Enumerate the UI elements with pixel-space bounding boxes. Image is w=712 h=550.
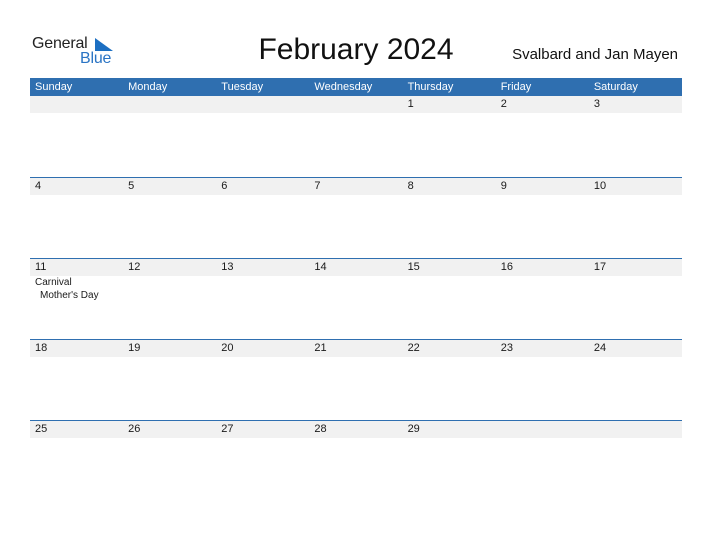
day-number: 16 <box>500 261 513 273</box>
day-number <box>589 421 682 438</box>
day-events-cell <box>123 276 216 302</box>
week-row: 25 26 27 28 29 <box>30 420 682 501</box>
day-number: 28 <box>314 423 327 435</box>
day-events-cell: Carnival Mother's Day <box>30 276 123 302</box>
day-events-cell <box>403 276 496 302</box>
weekday-header-sunday: Sunday <box>35 81 73 93</box>
day-number <box>309 96 402 113</box>
day-number: 5 <box>128 180 135 192</box>
day-number: 3 <box>593 98 600 110</box>
day-number: 18 <box>35 342 48 354</box>
day-number: 21 <box>314 342 327 354</box>
day-number: 4 <box>35 180 42 192</box>
date-number-row: 1 2 3 <box>30 96 682 113</box>
day-number: 1 <box>407 98 414 110</box>
date-number-row: 11 12 13 14 15 16 17 <box>30 259 682 276</box>
day-number <box>30 96 123 113</box>
weekday-header-row: Sunday Monday Tuesday Wednesday Thursday… <box>30 78 682 96</box>
weekday-header-tuesday: Tuesday <box>221 81 264 93</box>
calendar-grid: Sunday Monday Tuesday Wednesday Thursday… <box>30 78 682 501</box>
day-number: 23 <box>500 342 513 354</box>
day-events-cell <box>309 276 402 302</box>
day-number: 29 <box>407 423 420 435</box>
day-number <box>496 421 589 438</box>
day-number <box>216 96 309 113</box>
holiday-event: Mother's Day <box>40 290 99 301</box>
weekday-header-monday: Monday <box>128 81 168 93</box>
date-number-row: 4 5 6 7 8 9 10 <box>30 178 682 195</box>
day-events-cell <box>589 276 682 302</box>
day-number: 13 <box>221 261 234 273</box>
day-number: 2 <box>500 98 507 110</box>
week-row: 4 5 6 7 8 9 10 <box>30 177 682 258</box>
day-number: 6 <box>221 180 228 192</box>
week-row: 11 12 13 14 15 16 17 Carnival Mother's Day <box>30 258 682 339</box>
day-number: 7 <box>314 180 321 192</box>
day-number: 25 <box>35 423 48 435</box>
weekday-header-thursday: Thursday <box>407 81 454 93</box>
events-row: Carnival Mother's Day <box>30 276 682 302</box>
day-number: 27 <box>221 423 234 435</box>
day-number: 20 <box>221 342 234 354</box>
day-number: 11 <box>35 261 47 273</box>
date-number-row: 18 19 20 21 22 23 24 <box>30 340 682 357</box>
date-number-row: 25 26 27 28 29 <box>30 421 682 438</box>
week-row: 18 19 20 21 22 23 24 <box>30 339 682 420</box>
weeks-container: 1 2 3 4 5 6 7 8 9 10 11 12 13 14 15 16 17 Carnival Mother'… <box>30 96 682 501</box>
day-number: 24 <box>593 342 607 354</box>
day-events-cell <box>216 276 309 302</box>
weekday-header-friday: Friday <box>500 81 532 93</box>
day-number: 8 <box>407 180 414 192</box>
day-number: 26 <box>128 423 141 435</box>
weekday-header-saturday: Saturday <box>593 81 638 93</box>
day-number: 9 <box>500 180 507 192</box>
weekday-header-wednesday: Wednesday <box>314 81 373 93</box>
day-number: 22 <box>407 342 420 354</box>
region-label: Svalbard and Jan Mayen <box>512 46 678 63</box>
day-number: 15 <box>407 261 420 273</box>
day-number: 14 <box>314 261 327 273</box>
month-year-label: February 2024 <box>258 33 454 66</box>
holiday-event: Carnival <box>35 277 72 288</box>
day-number: 10 <box>593 180 607 192</box>
day-number: 12 <box>128 261 141 273</box>
day-number: 19 <box>128 342 141 354</box>
day-number <box>123 96 216 113</box>
day-events-cell <box>496 276 589 302</box>
day-number: 17 <box>593 261 607 273</box>
week-row: 1 2 3 <box>30 96 682 177</box>
